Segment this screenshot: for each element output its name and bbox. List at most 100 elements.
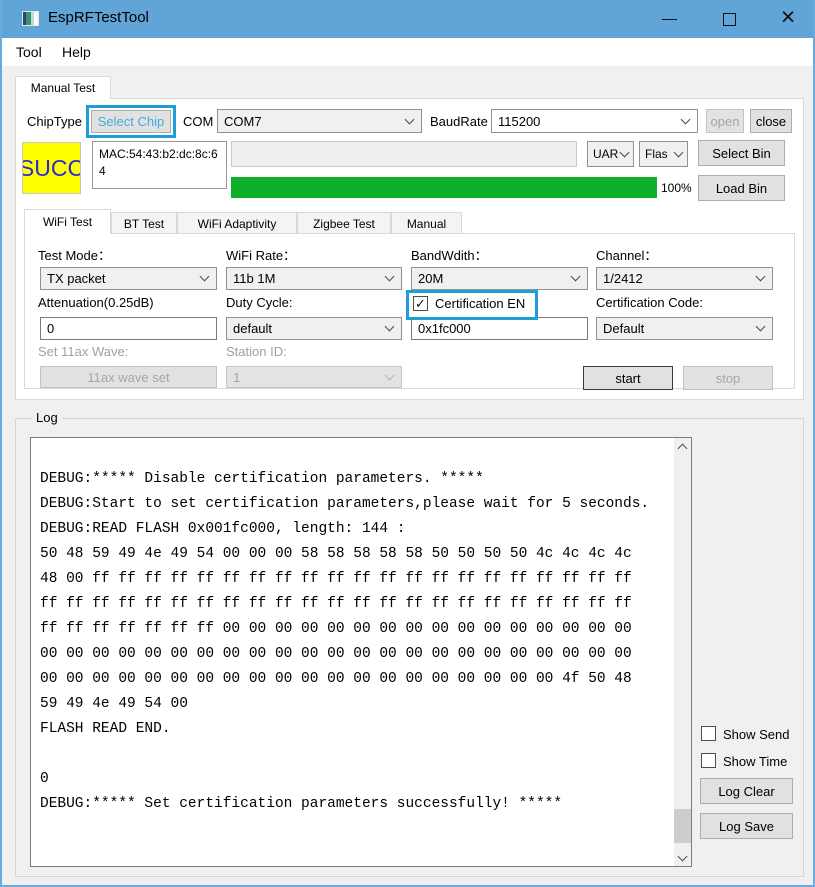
station-id-select: 1 [226,366,402,388]
status-badge: SUCC [22,142,81,194]
test-mode-select[interactable]: TX packet [40,267,217,290]
test-mode-label: Test Mode： [38,245,111,264]
chevron-down-icon [620,147,630,157]
station-id-label: Station ID: [226,344,287,359]
log-line: DEBUG:Start to set certification paramet… [40,492,665,517]
attenuation-label: Attenuation(0.25dB) [38,295,154,310]
select-chip-button[interactable]: Select Chip [91,110,171,133]
close-button[interactable]: close [750,109,792,133]
log-line [40,742,665,767]
wave-set-button: 11ax wave set [40,366,217,388]
bandwidth-label: BandWdith： [411,245,488,264]
uart-select[interactable]: UAR [587,141,634,167]
log-line: 00 00 00 00 00 00 00 00 00 00 00 00 00 0… [40,642,665,667]
progress-fill [231,177,657,198]
menu-bar: Tool Help [2,38,813,66]
certification-code-label: Certification Code: [596,295,703,310]
com-label: COM [183,114,213,129]
baud-rate-label: BaudRate [430,114,488,129]
tab-zigbee-test[interactable]: Zigbee Test [297,212,391,234]
baud-rate-select[interactable]: 115200 [491,109,698,133]
chevron-down-icon [678,851,688,861]
chevron-down-icon [756,322,766,332]
menu-help[interactable]: Help [58,42,95,62]
log-line: 59 49 4e 49 54 00 [40,692,665,717]
log-scrollbar[interactable] [674,438,691,866]
chevron-down-icon [385,322,395,332]
chevron-down-icon [681,114,691,124]
log-clear-button[interactable]: Log Clear [700,778,793,804]
app-window: EspRFTestTool × Tool Help Manual Test Ch… [0,0,815,887]
certification-addr-input[interactable]: 0x1fc000 [411,317,588,340]
show-send-label: Show Send [723,727,790,742]
log-line: 48 00 ff ff ff ff ff ff ff ff ff ff ff f… [40,567,665,592]
open-button: open [706,109,744,133]
scrollbar-thumb[interactable] [674,809,691,843]
log-line [40,442,665,467]
duty-cycle-label: Duty Cycle: [226,295,292,310]
minimize-icon [662,19,677,20]
log-line: 00 00 00 00 00 00 00 00 00 00 00 00 00 0… [40,667,665,692]
menu-tool[interactable]: Tool [12,42,46,62]
log-line: ff ff ff ff ff ff ff ff ff ff ff ff ff f… [40,592,665,617]
log-line: 50 48 59 49 4e 49 54 00 00 00 58 58 58 5… [40,542,665,567]
com-port-select[interactable]: COM7 [217,109,422,133]
tab-wifi-test[interactable]: WiFi Test [24,209,111,234]
wifi-rate-label: WiFi Rate： [226,245,296,264]
log-line: DEBUG:READ FLASH 0x001fc000, length: 144… [40,517,665,542]
log-group-label: Log [32,410,62,425]
check-icon: ✓ [415,297,426,310]
stop-button: stop [683,366,773,390]
scroll-down-button[interactable] [674,849,691,866]
show-time-checkbox[interactable] [701,753,716,768]
scroll-up-button[interactable] [674,438,691,455]
log-line-clipped: DEBUG:Start to set certification paramet… [40,437,665,442]
chevron-down-icon [674,147,684,157]
tab-wifi-adaptivity[interactable]: WiFi Adaptivity [177,212,297,234]
show-send-checkbox[interactable] [701,726,716,741]
app-icon [22,11,39,26]
maximize-icon [723,13,736,26]
log-output[interactable]: DEBUG:Start to set certification paramet… [30,437,692,867]
log-line: DEBUG:***** Set certification parameters… [40,792,665,817]
wifi-rate-select[interactable]: 11b 1M [226,267,402,290]
maximize-button[interactable] [706,0,752,38]
attenuation-input[interactable]: 0 [40,317,217,340]
tab-manual[interactable]: Manual [391,212,462,234]
certification-code-select[interactable]: Default [596,317,773,340]
start-button[interactable]: start [583,366,673,390]
chevron-down-icon [200,272,210,282]
certification-en-label: Certification EN [435,296,525,311]
channel-select[interactable]: 1/2412 [596,267,773,290]
tab-manual-test[interactable]: Manual Test [15,76,111,99]
flash-select[interactable]: Flas [639,141,688,167]
bin-path-field[interactable] [231,141,577,167]
log-save-button[interactable]: Log Save [700,813,793,839]
chevron-down-icon [405,114,415,124]
chevron-up-icon [678,443,688,453]
close-window-button[interactable]: × [765,0,811,38]
show-time-label: Show Time [723,754,787,769]
load-bin-button[interactable]: Load Bin [698,175,785,201]
certification-en-checkbox[interactable]: ✓ [413,296,428,311]
bandwidth-select[interactable]: 20M [411,267,588,290]
progress-percent: 100% [661,181,692,195]
mac-address: MAC:54:43:b2:dc:8c:64 [92,141,227,189]
log-text: DEBUG:Start to set certification paramet… [40,437,665,817]
chevron-down-icon [385,370,395,380]
progress-bar [231,177,657,198]
log-line: ff ff ff ff ff ff ff 00 00 00 00 00 00 0… [40,617,665,642]
duty-cycle-select[interactable]: default [226,317,402,340]
window-title: EspRFTestTool [48,9,149,26]
chevron-down-icon [385,272,395,282]
channel-label: Channel： [596,245,657,264]
log-line: 0 [40,767,665,792]
close-icon: × [781,5,796,30]
tab-bt-test[interactable]: BT Test [111,212,177,234]
select-bin-button[interactable]: Select Bin [698,140,785,166]
log-line: DEBUG:***** Disable certification parame… [40,467,665,492]
chevron-down-icon [756,272,766,282]
chip-type-label: ChipType [27,114,82,129]
title-bar[interactable]: EspRFTestTool × [2,0,813,38]
minimize-button[interactable] [646,0,692,38]
